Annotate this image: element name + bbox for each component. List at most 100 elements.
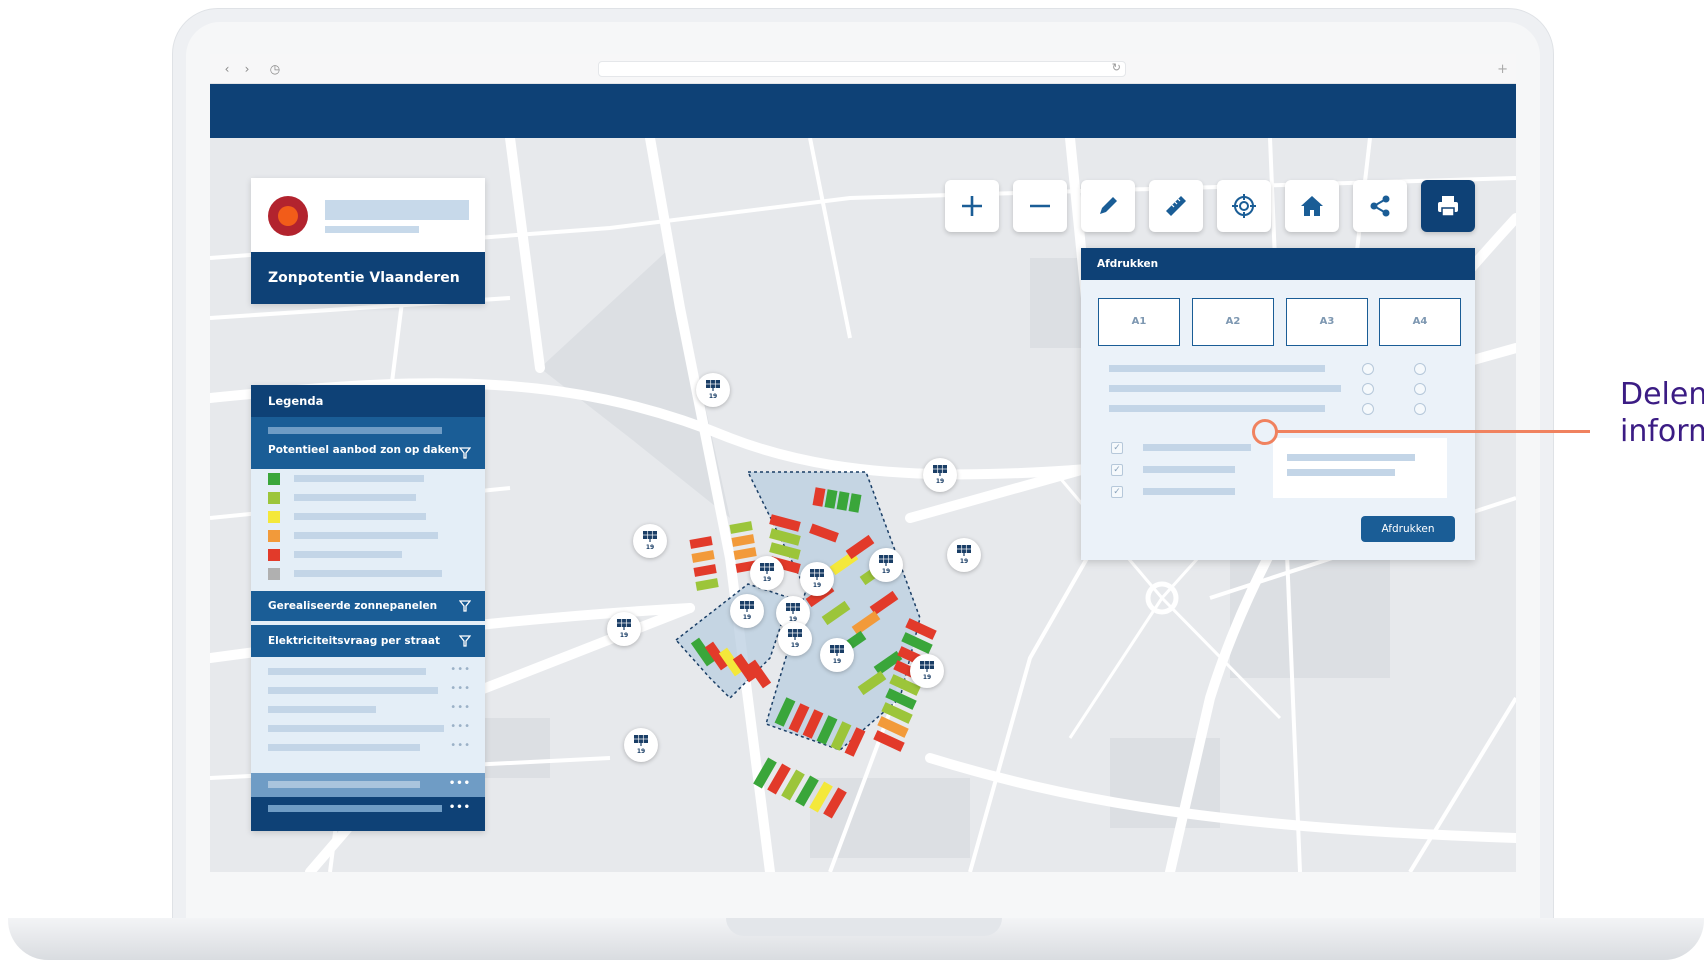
placeholder-bar bbox=[1143, 488, 1235, 495]
format-a1-button[interactable]: A1 bbox=[1098, 298, 1180, 346]
callout-text: Delen inform bbox=[1620, 376, 1704, 450]
solar-panel-marker[interactable]: 19 bbox=[730, 594, 764, 628]
solar-panel-marker[interactable]: 19 bbox=[869, 548, 903, 582]
print-submit-button[interactable]: Afdrukken bbox=[1361, 516, 1455, 542]
zoom-in-button[interactable] bbox=[945, 180, 999, 232]
more-icon[interactable]: ••• bbox=[450, 702, 471, 713]
option-radio[interactable] bbox=[1362, 363, 1374, 375]
solar-panel-icon bbox=[879, 555, 893, 566]
solar-panel-marker[interactable]: 19 bbox=[947, 538, 981, 572]
legend-section-label: Gerealiseerde zonnepanelen bbox=[268, 600, 438, 612]
more-icon[interactable]: ••• bbox=[450, 721, 471, 732]
zoom-out-button[interactable] bbox=[1013, 180, 1067, 232]
brand-logo bbox=[268, 196, 308, 236]
pencil-icon bbox=[1100, 197, 1117, 214]
share-button[interactable] bbox=[1353, 180, 1407, 232]
solar-panel-marker[interactable]: 19 bbox=[750, 556, 784, 590]
locate-button[interactable] bbox=[1217, 180, 1271, 232]
legend-section-demand[interactable]: Elektriciteitsvraag per straat bbox=[251, 625, 485, 657]
crosshair-icon bbox=[1232, 194, 1256, 218]
measure-button[interactable] bbox=[1149, 180, 1203, 232]
more-icon[interactable]: ••• bbox=[449, 802, 471, 813]
placeholder-bar bbox=[294, 570, 442, 577]
format-a2-button[interactable]: A2 bbox=[1192, 298, 1274, 346]
placeholder-bar bbox=[268, 427, 442, 434]
print-button[interactable] bbox=[1421, 180, 1475, 232]
marker-count: 19 bbox=[762, 576, 772, 583]
draw-button[interactable] bbox=[1081, 180, 1135, 232]
solar-panel-icon bbox=[788, 629, 802, 640]
share-icon bbox=[1370, 195, 1390, 217]
option-radio[interactable] bbox=[1414, 403, 1426, 415]
solar-panel-marker[interactable]: 19 bbox=[820, 638, 854, 672]
option-checkbox[interactable]: ✓ bbox=[1111, 442, 1123, 454]
solar-panel-marker[interactable]: 19 bbox=[800, 562, 834, 596]
placeholder-bar bbox=[1109, 405, 1325, 412]
placeholder-bar bbox=[294, 494, 416, 501]
filter-icon[interactable] bbox=[459, 635, 471, 647]
legend-section-realized[interactable]: Gerealiseerde zonnepanelen bbox=[251, 591, 485, 621]
legend-row-footer[interactable]: ••• bbox=[251, 797, 485, 831]
format-a3-button[interactable]: A3 bbox=[1286, 298, 1368, 346]
option-checkbox[interactable]: ✓ bbox=[1111, 486, 1123, 498]
legend-title: Legenda bbox=[251, 385, 485, 417]
solar-panel-marker[interactable]: 19 bbox=[923, 458, 957, 492]
format-a4-button[interactable]: A4 bbox=[1379, 298, 1461, 346]
placeholder-bar bbox=[268, 687, 438, 694]
solar-panel-marker[interactable]: 19 bbox=[910, 654, 944, 688]
more-icon[interactable]: ••• bbox=[450, 740, 471, 751]
chevron-right-icon[interactable]: › bbox=[238, 60, 256, 78]
chevron-left-icon[interactable]: ‹ bbox=[218, 60, 236, 78]
filter-icon[interactable] bbox=[459, 447, 471, 459]
solar-panel-icon bbox=[786, 603, 800, 614]
marker-count: 19 bbox=[645, 544, 655, 551]
filter-icon[interactable] bbox=[459, 600, 471, 612]
legend-section-potential[interactable]: Potentieel aanbod zon op daken bbox=[251, 417, 485, 469]
legend-row-selected[interactable]: ••• bbox=[251, 773, 485, 797]
placeholder-bar bbox=[268, 706, 376, 713]
legend-section-label: Elektriciteitsvraag per straat bbox=[268, 635, 440, 647]
marker-count: 19 bbox=[935, 478, 945, 485]
more-icon[interactable]: ••• bbox=[450, 683, 471, 694]
placeholder-bar bbox=[268, 668, 426, 675]
solar-panel-marker[interactable]: 19 bbox=[624, 728, 658, 762]
placeholder-bar bbox=[294, 551, 402, 558]
solar-panel-marker[interactable]: 19 bbox=[778, 622, 812, 656]
browser-toolbar: ‹ › ◷ ↻ + bbox=[210, 54, 1516, 84]
solar-panel-marker[interactable]: 19 bbox=[633, 524, 667, 558]
solar-panel-icon bbox=[933, 465, 947, 476]
callout-marker bbox=[1252, 419, 1278, 445]
url-bar[interactable]: ↻ bbox=[598, 61, 1126, 77]
option-radio[interactable] bbox=[1362, 383, 1374, 395]
marker-count: 19 bbox=[790, 642, 800, 649]
reload-icon[interactable]: ↻ bbox=[1112, 61, 1121, 74]
home-button[interactable] bbox=[1285, 180, 1339, 232]
marker-count: 19 bbox=[742, 614, 752, 621]
placeholder-bar bbox=[325, 200, 469, 220]
solar-panel-icon bbox=[740, 601, 754, 612]
placeholder-bar bbox=[1287, 454, 1415, 461]
more-icon[interactable]: ••• bbox=[449, 778, 471, 789]
option-checkbox[interactable]: ✓ bbox=[1111, 464, 1123, 476]
placeholder-bar bbox=[1109, 385, 1341, 392]
option-radio[interactable] bbox=[1414, 383, 1426, 395]
option-radio[interactable] bbox=[1362, 403, 1374, 415]
solar-panel-marker[interactable]: 19 bbox=[696, 373, 730, 407]
print-panel: Afdrukken A1 A2 A3 A4 ✓ ✓ ✓ Afdrukken bbox=[1081, 248, 1475, 560]
marker-count: 19 bbox=[708, 393, 718, 400]
clock-icon[interactable]: ◷ bbox=[266, 60, 284, 78]
legend-swatch bbox=[268, 492, 280, 504]
placeholder-bar bbox=[1109, 365, 1325, 372]
print-comment-field[interactable] bbox=[1273, 438, 1447, 498]
marketing-scene: ‹ › ◷ ↻ + 19 19 19 19 19 19 19 19 19 19 … bbox=[0, 0, 1704, 960]
app-title: Zonpotentie Vlaanderen bbox=[251, 252, 485, 304]
more-icon[interactable]: ••• bbox=[450, 664, 471, 675]
home-icon bbox=[1301, 196, 1323, 216]
solar-panel-icon bbox=[643, 531, 657, 542]
option-radio[interactable] bbox=[1414, 363, 1426, 375]
marker-count: 19 bbox=[619, 632, 629, 639]
solar-panel-marker[interactable]: 19 bbox=[607, 612, 641, 646]
plus-icon[interactable]: + bbox=[1497, 62, 1508, 77]
callout-line bbox=[1276, 430, 1590, 433]
app-header bbox=[210, 84, 1516, 138]
